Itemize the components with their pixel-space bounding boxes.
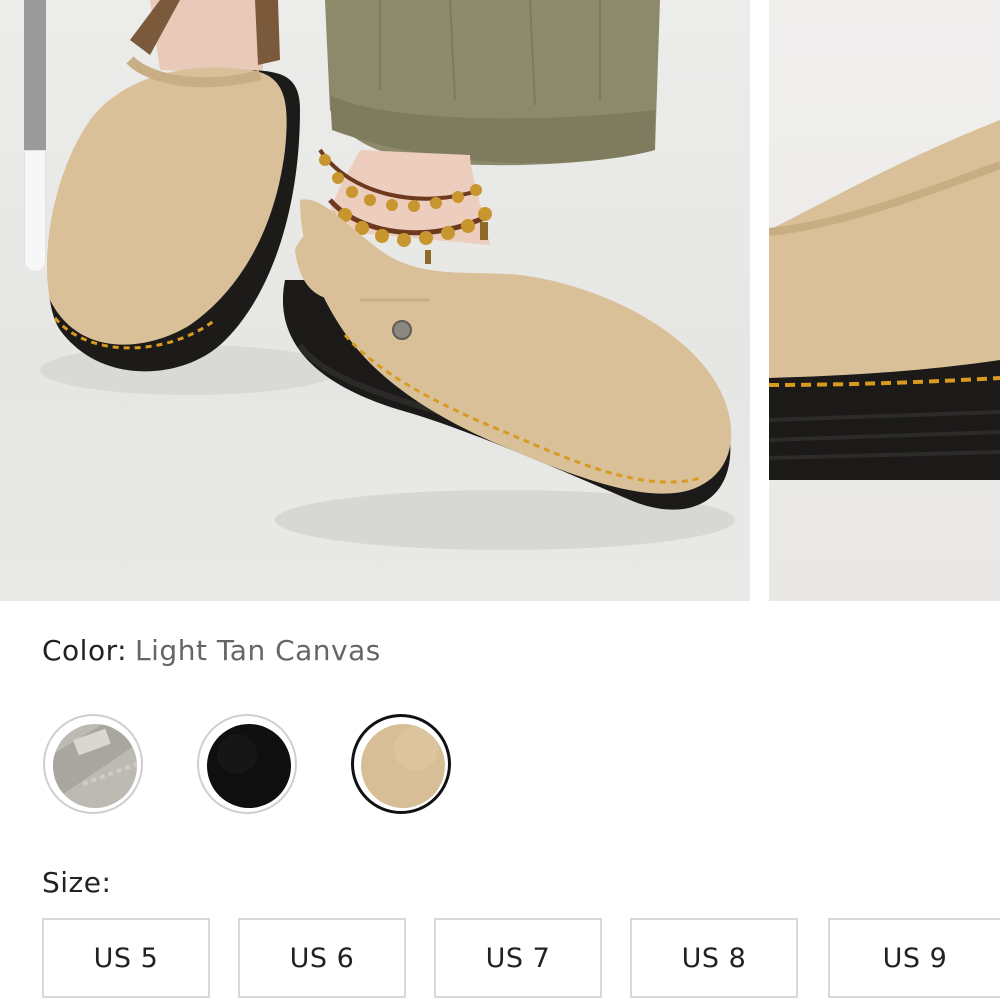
size-option-us-8[interactable]: US 8 <box>630 918 798 998</box>
tan-suede-swatch-icon <box>361 724 445 808</box>
product-image-gallery[interactable] <box>0 0 1000 601</box>
black-suede-swatch-icon <box>207 724 291 808</box>
size-option-us-7[interactable]: US 7 <box>434 918 602 998</box>
color-swatch-grey[interactable] <box>43 714 143 814</box>
color-swatch-tan-selected[interactable] <box>351 714 451 814</box>
grey-canvas-swatch-icon <box>53 724 137 808</box>
gallery-scrollbar-thumb[interactable] <box>24 0 46 150</box>
product-photo-clog-closeup-icon <box>769 120 1000 480</box>
color-swatch-black[interactable] <box>197 714 297 814</box>
size-option-us-5[interactable]: US 5 <box>42 918 210 998</box>
product-image-next[interactable] <box>769 0 1000 601</box>
selected-color-value: Light Tan Canvas <box>135 634 381 667</box>
product-photo-clog-worn-icon <box>40 0 735 550</box>
size-option-us-6[interactable]: US 6 <box>238 918 406 998</box>
color-label: Color: <box>42 634 128 667</box>
gallery-scrollbar-end <box>24 150 46 272</box>
color-selection-label: Color: Light Tan Canvas <box>42 634 381 667</box>
size-option-us-9[interactable]: US 9 <box>828 918 1000 998</box>
product-image-main[interactable] <box>0 0 750 601</box>
size-label: Size: <box>42 866 112 899</box>
